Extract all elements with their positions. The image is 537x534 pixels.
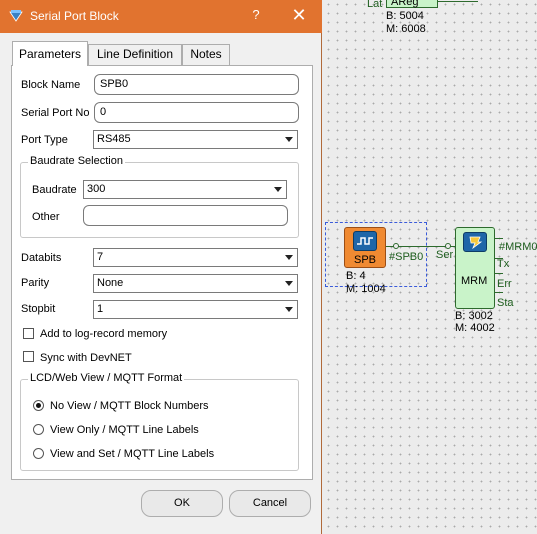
spb-m-line: M: 1004 <box>346 283 386 295</box>
chevron-down-icon <box>285 255 293 260</box>
close-button[interactable]: ✕ <box>290 4 308 26</box>
parity-value: None <box>97 277 124 289</box>
port-type-value: RS485 <box>97 133 131 145</box>
baudrate-select[interactable]: 300 <box>83 180 287 199</box>
baudrate-value: 300 <box>87 183 106 195</box>
stopbit-select[interactable]: 1 <box>93 300 298 319</box>
databits-label: Databits <box>21 252 62 264</box>
spb-block-name: SPB <box>354 254 377 266</box>
mrm-output-0: #MRM0 <box>499 241 537 253</box>
dialog-title: Serial Port Block <box>30 9 119 23</box>
radio-view-only-label[interactable]: View Only / MQTT Line Labels <box>50 424 199 436</box>
app-icon <box>9 10 23 22</box>
mrm-block-name: MRM <box>461 275 488 287</box>
log-record-checkbox[interactable] <box>23 328 34 339</box>
parity-label: Parity <box>21 277 50 289</box>
baudrate-group-title: Baudrate Selection <box>28 155 125 167</box>
log-record-label[interactable]: Add to log-record memory <box>40 328 167 340</box>
radio-no-view-label[interactable]: No View / MQTT Block Numbers <box>50 400 209 412</box>
areg-left-label: Lat <box>367 0 383 10</box>
areg-block-name: AReg <box>391 0 419 8</box>
databits-value: 7 <box>97 251 104 263</box>
radio-view-and-set[interactable] <box>33 448 44 459</box>
tab-line-definition[interactable]: Line Definition <box>88 44 182 65</box>
areg-b-line: B: 5004 <box>386 10 424 22</box>
chevron-down-icon <box>285 281 293 286</box>
areg-block[interactable]: AReg <box>386 0 438 8</box>
port-type-label: Port Type <box>21 134 68 146</box>
chevron-down-icon <box>285 137 293 142</box>
block-name-input[interactable]: SPB0 <box>94 74 299 95</box>
mrm-output-wire-0 <box>495 238 503 239</box>
ok-button[interactable]: OK <box>141 490 223 517</box>
mrm-output-wire-3 <box>495 292 503 293</box>
areg-wire <box>438 1 478 2</box>
devnet-checkbox[interactable] <box>23 351 34 362</box>
chevron-down-icon <box>274 187 282 192</box>
view-format-group-title: LCD/Web View / MQTT Format <box>28 372 185 384</box>
mrm-m-line: M: 4002 <box>455 322 495 334</box>
stopbit-value: 1 <box>97 303 104 315</box>
mrm-icon <box>463 232 487 252</box>
mrm-block[interactable]: MRM <box>455 227 495 309</box>
other-baudrate-input[interactable] <box>83 205 288 226</box>
parity-select[interactable]: None <box>93 274 298 293</box>
mrm-output-1: Tx <box>497 258 510 270</box>
serial-port-no-label: Serial Port No <box>21 107 90 119</box>
mrm-b-line: B: 3002 <box>455 310 493 322</box>
mrm-input-label: Ser <box>436 249 454 261</box>
serial-port-block-dialog: Serial Port Block ? ✕ Parameters Line De… <box>0 0 322 534</box>
tab-parameters[interactable]: Parameters <box>12 41 88 66</box>
areg-m-line: M: 6008 <box>386 23 426 35</box>
devnet-label[interactable]: Sync with DevNET <box>40 352 132 364</box>
mrm-output-wire-2 <box>495 273 503 274</box>
dialog-titlebar[interactable]: Serial Port Block ? ✕ <box>0 0 322 33</box>
help-button[interactable]: ? <box>248 7 264 22</box>
other-label: Other <box>32 211 60 223</box>
radio-view-and-set-label[interactable]: View and Set / MQTT Line Labels <box>50 448 214 460</box>
serial-port-no-input[interactable]: 0 <box>94 102 299 123</box>
spb-block[interactable]: SPB <box>344 227 386 268</box>
baudrate-label: Baudrate <box>32 184 77 196</box>
spb-b-line: B: 4 <box>346 270 366 282</box>
port-type-select[interactable]: RS485 <box>93 130 298 149</box>
mrm-output-3: Sta <box>497 297 514 309</box>
radio-view-only[interactable] <box>33 424 44 435</box>
radio-no-view[interactable] <box>33 400 44 411</box>
mrm-output-2: Err <box>497 278 512 290</box>
cancel-button[interactable]: Cancel <box>229 490 311 517</box>
stopbit-label: Stopbit <box>21 303 56 315</box>
serial-wave-icon <box>353 231 377 251</box>
block-name-label: Block Name <box>21 79 81 91</box>
databits-select[interactable]: 7 <box>93 248 298 267</box>
spb-output-label: #SPB0 <box>389 251 424 263</box>
spb-output-pin[interactable] <box>393 243 399 249</box>
baudrate-group <box>20 162 299 238</box>
chevron-down-icon <box>285 307 293 312</box>
tab-notes[interactable]: Notes <box>182 44 230 65</box>
